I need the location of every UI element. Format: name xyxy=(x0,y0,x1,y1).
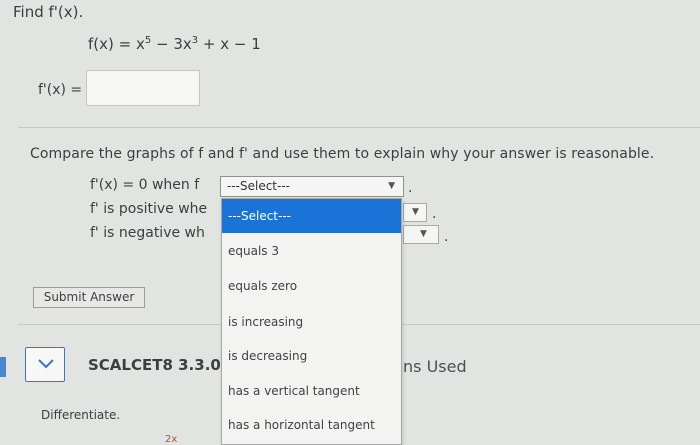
edge-marker xyxy=(0,357,6,377)
submissions-used-text: ns Used xyxy=(403,357,467,376)
function-rhs: + x − 1 xyxy=(198,35,261,53)
next-question-title: SCALCET8 3.3.0( xyxy=(88,356,228,374)
dropdown-option-is-decreasing[interactable]: is decreasing xyxy=(228,349,307,363)
row-positive-when: f' is positive whe xyxy=(90,201,208,217)
select-dropdown-list[interactable]: ---Select--- equals 3 equals zero is inc… xyxy=(221,198,402,445)
submit-answer-button[interactable]: Submit Answer xyxy=(33,287,145,308)
expand-question-button[interactable] xyxy=(25,347,65,382)
row-negative-when: f' is negative wh xyxy=(90,225,205,241)
function-definition: f(x) = x5 − 3x3 + x − 1 xyxy=(88,35,261,53)
function-mid: − 3x xyxy=(151,35,192,53)
next-question-partial: 2x xyxy=(165,434,178,445)
dropdown-option-is-increasing[interactable]: is increasing xyxy=(228,315,303,329)
compare-instructions: Compare the graphs of f and f' and use t… xyxy=(30,146,655,162)
dropdown-arrow-icon: ▼ xyxy=(420,229,427,239)
dropdown-option-select[interactable]: ---Select--- xyxy=(222,199,401,233)
dropdown-arrow-icon: ▼ xyxy=(388,181,395,191)
negative-when-select[interactable]: ▼ xyxy=(403,225,439,244)
dropdown-option-equals-zero[interactable]: equals zero xyxy=(228,279,297,293)
answer-label: f'(x) = xyxy=(38,82,83,98)
section-divider xyxy=(18,127,700,128)
chevron-down-icon xyxy=(38,359,54,369)
period-1: . xyxy=(408,180,413,196)
function-lhs: f(x) = x xyxy=(88,35,145,53)
dropdown-arrow-icon: ▼ xyxy=(412,207,419,217)
dropdown-option-vertical-tangent[interactable]: has a vertical tangent xyxy=(228,384,360,398)
question-prompt: Find f'(x). xyxy=(13,3,84,21)
dropdown-option-horizontal-tangent[interactable]: has a horizontal tangent xyxy=(228,418,375,432)
derivative-answer-input[interactable] xyxy=(86,70,200,106)
dropdown-option-equals-3[interactable]: equals 3 xyxy=(228,244,279,258)
zero-when-select[interactable]: ---Select--- ▼ xyxy=(220,176,404,197)
period-2: . xyxy=(432,206,437,222)
positive-when-select[interactable]: ▼ xyxy=(403,203,427,222)
select-value: ---Select--- xyxy=(227,179,290,193)
next-question-instruction: Differentiate. xyxy=(41,408,121,422)
row-zero-when: f'(x) = 0 when f xyxy=(90,177,200,193)
period-3: . xyxy=(444,229,449,245)
